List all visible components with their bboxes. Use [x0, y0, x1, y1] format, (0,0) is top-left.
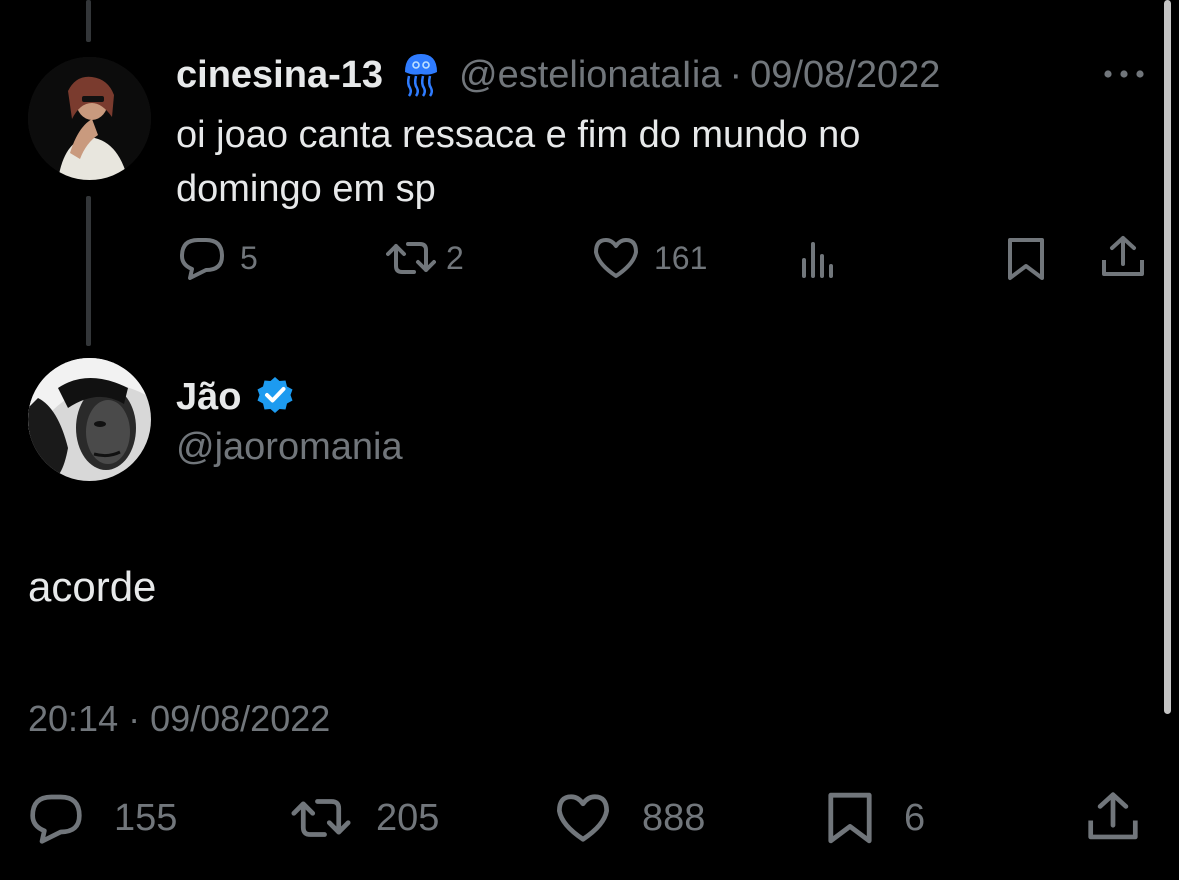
reply-icon — [178, 236, 226, 280]
main-bookmark-count: 6 — [904, 796, 926, 839]
parent-handle[interactable]: @estelionataIia — [459, 54, 722, 97]
parent-text: oi joao canta ressaca e fim do mundo no … — [176, 108, 860, 216]
scrollbar[interactable] — [1164, 0, 1171, 714]
main-retweet-count: 205 — [376, 796, 440, 839]
parent-text-line-1: oi joao canta ressaca e fim do mundo no — [176, 114, 861, 156]
main-bookmark-button[interactable]: 6 — [826, 790, 925, 846]
main-display-name[interactable]: Jão — [176, 376, 241, 419]
main-share-button[interactable] — [1086, 790, 1140, 844]
retweet-icon — [386, 236, 436, 280]
parent-like-button[interactable]: 161 — [592, 236, 707, 280]
bookmark-icon — [826, 790, 874, 846]
parent-header: cinesina-13 @estelionataIia · 09/08/2022 — [176, 52, 940, 98]
parent-separator: · — [729, 53, 743, 96]
parent-retweet-button[interactable]: 2 — [386, 236, 464, 280]
main-reply-button[interactable]: 155 — [28, 792, 177, 844]
reply-icon — [28, 792, 84, 844]
parent-bookmark-button[interactable] — [1006, 236, 1046, 282]
parent-views-button[interactable] — [800, 240, 840, 278]
parent-display-name[interactable]: cinesina-13 — [176, 54, 383, 97]
jellyfish-emoji-icon — [401, 52, 441, 98]
parent-reply-button[interactable]: 5 — [178, 236, 258, 280]
main-tweet-text: acorde — [28, 563, 157, 610]
parent-retweet-count: 2 — [446, 239, 464, 276]
share-icon — [1086, 790, 1140, 844]
verified-badge-icon — [255, 375, 295, 420]
main-like-button[interactable]: 888 — [554, 792, 705, 844]
parent-date[interactable]: 09/08/2022 — [750, 54, 940, 97]
parent-text-line-2: domingo em sp — [176, 168, 436, 210]
avatar-jao[interactable] — [28, 358, 151, 481]
main-timestamp[interactable]: 20:14 · 09/08/2022 — [28, 696, 330, 742]
share-icon — [1100, 234, 1146, 280]
main-like-count: 888 — [642, 796, 706, 839]
more-icon[interactable] — [1102, 66, 1146, 82]
retweet-icon — [290, 792, 352, 844]
like-icon — [554, 792, 612, 844]
parent-reply-count: 5 — [240, 239, 258, 276]
like-icon — [592, 236, 640, 280]
avatar-cinesina[interactable] — [28, 57, 151, 180]
views-icon — [800, 240, 840, 278]
main-handle[interactable]: @jaoromania — [176, 424, 403, 470]
bookmark-icon — [1006, 236, 1046, 282]
thread-line-connector — [86, 196, 91, 346]
parent-share-button[interactable] — [1100, 234, 1146, 280]
parent-like-count: 161 — [654, 239, 708, 276]
main-reply-count: 155 — [114, 796, 178, 839]
main-header: Jão — [176, 374, 295, 420]
thread-line-top — [86, 0, 91, 42]
main-retweet-button[interactable]: 205 — [290, 792, 439, 844]
